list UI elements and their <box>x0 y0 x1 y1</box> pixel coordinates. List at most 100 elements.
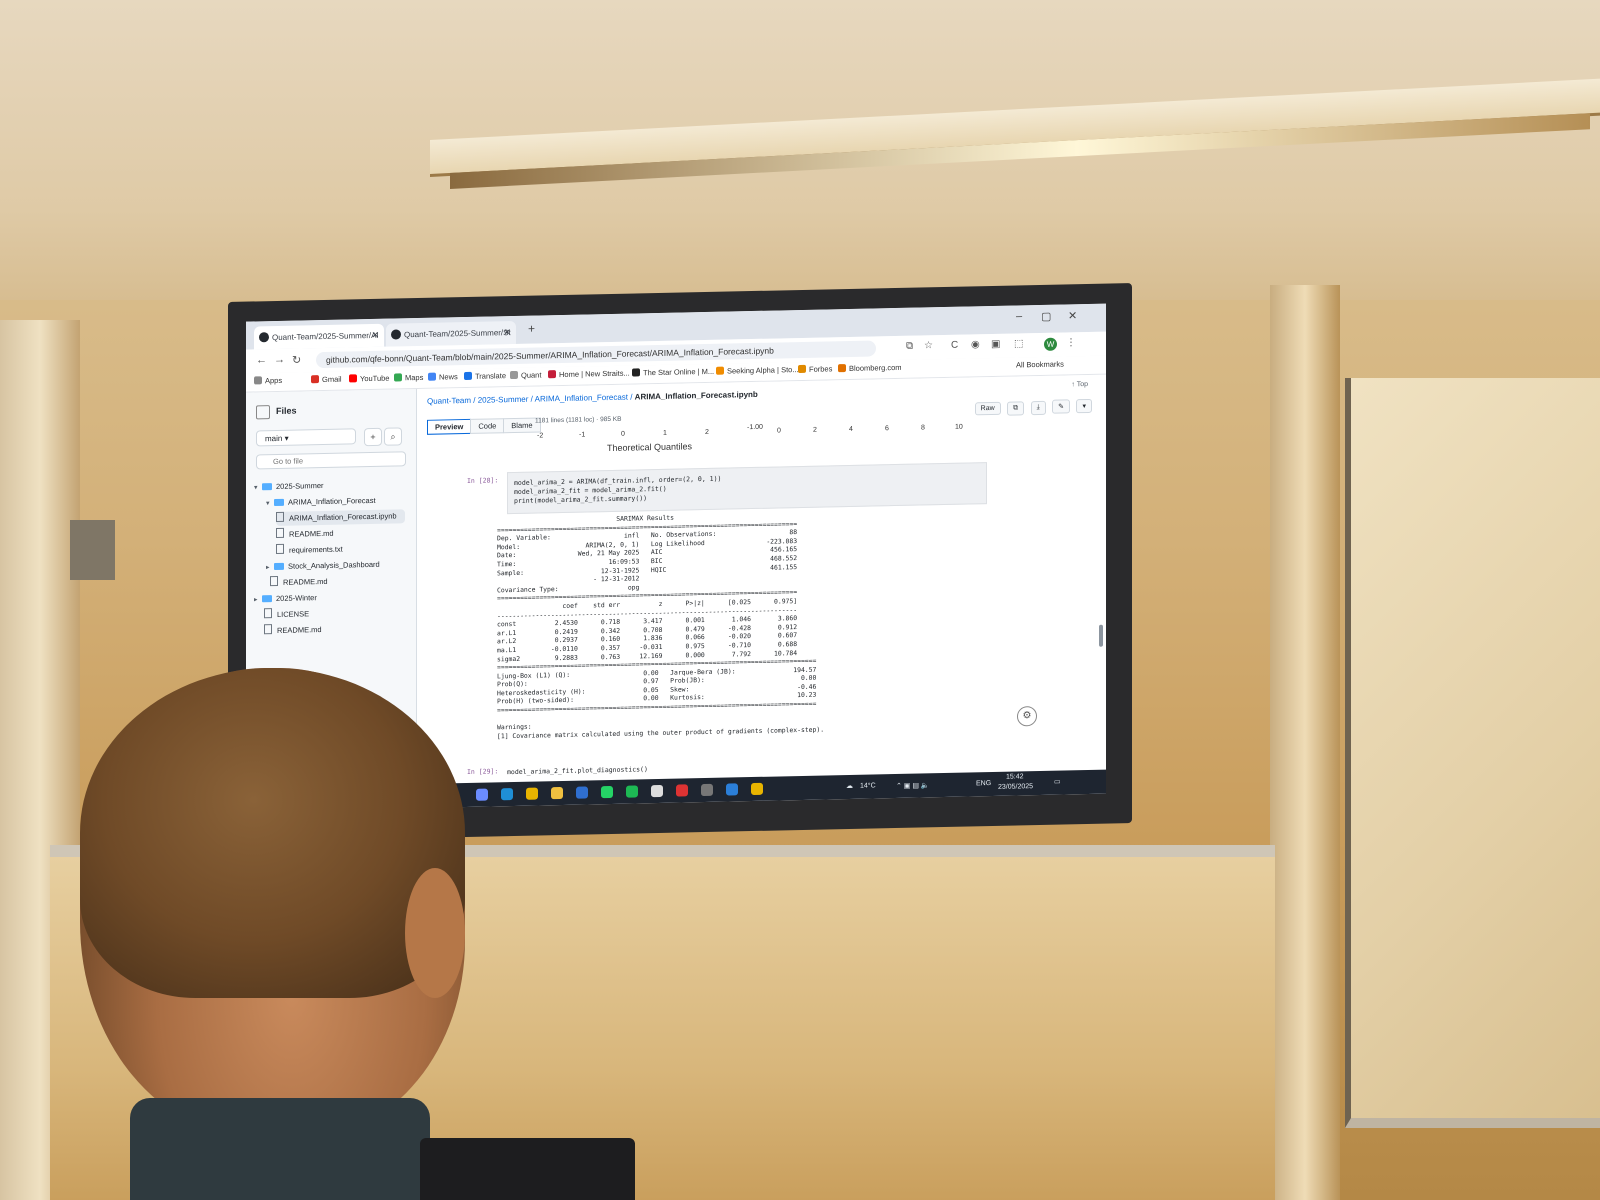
file-info: 1181 lines (1181 loc) · 985 KB <box>535 415 622 425</box>
code-cell-29[interactable]: model_arima_2_fit.plot_diagnostics() <box>507 765 648 776</box>
bookmark-bloomberg[interactable]: Bloomberg.com <box>838 363 902 373</box>
files-panel-icon[interactable] <box>256 405 270 420</box>
breadcrumb-arima[interactable]: ARIMA_Inflation_Forecast <box>535 393 628 404</box>
add-file-button[interactable]: + <box>364 427 382 447</box>
bookmark-maps[interactable]: Maps <box>394 373 423 383</box>
bookmark-thestar[interactable]: The Star Online | M... <box>632 367 714 378</box>
outlook-icon[interactable] <box>576 786 588 799</box>
copilot-taskbar-icon[interactable] <box>476 788 488 801</box>
folder-icon <box>274 562 284 571</box>
chrome-icon[interactable] <box>526 787 538 800</box>
tab-stock[interactable]: Quant-Team/2025-Summer/St ✕ <box>386 320 516 347</box>
tab-arima[interactable]: Quant-Team/2025-Summer/AI ✕ <box>254 323 384 350</box>
profile-avatar[interactable]: W <box>1044 337 1057 351</box>
menu-kebab-icon[interactable]: ⋮ <box>1066 337 1076 348</box>
bookmark-youtube[interactable]: YouTube <box>349 374 389 384</box>
tick-label: 6 <box>885 425 889 433</box>
reload-icon[interactable]: ↻ <box>292 353 301 366</box>
tree-file-notebook[interactable]: ARIMA_Inflation_Forecast.ipynb <box>276 509 405 526</box>
tree-file-readme[interactable]: README.md <box>276 527 334 542</box>
tree-folder-2025-winter[interactable]: ▸ 2025-Winter <box>254 591 317 606</box>
branch-selector[interactable]: main ▾ <box>256 428 356 447</box>
extension-icon[interactable]: ◉ <box>971 339 980 350</box>
tradingview-icon[interactable] <box>651 784 663 798</box>
language-indicator[interactable]: ENG <box>976 780 991 787</box>
youtube-icon <box>349 374 357 383</box>
file-icon <box>264 608 272 619</box>
tab-label: Quant-Team/2025-Summer/St <box>404 328 511 340</box>
file-icon <box>264 624 272 635</box>
bookmark-seekingalpha[interactable]: Seeking Alpha | Sto... <box>716 365 799 376</box>
maximize-button[interactable]: ▢ <box>1041 310 1051 323</box>
tab-preview[interactable]: Preview <box>427 418 472 435</box>
tree-file-readme-root[interactable]: README.md <box>264 623 322 638</box>
recorder-icon[interactable] <box>676 784 688 797</box>
file-icon <box>276 527 284 538</box>
tick-label: -1.00 <box>747 423 763 432</box>
chevron-down-icon: ▾ <box>266 500 270 508</box>
search-icon[interactable]: ⌕ <box>384 427 402 446</box>
scrollbar[interactable] <box>1099 624 1103 647</box>
tick-label: 2 <box>705 428 709 437</box>
vscode-icon[interactable] <box>726 783 738 796</box>
forward-icon[interactable]: → <box>274 354 285 366</box>
nst-icon <box>548 370 556 379</box>
extension-c-icon[interactable]: C <box>951 340 958 351</box>
whatsapp-icon[interactable] <box>601 785 613 799</box>
close-tab-icon[interactable]: ✕ <box>371 324 379 347</box>
cast-icon[interactable]: ⧉ <box>906 341 913 352</box>
tree-file-readme-summer[interactable]: README.md <box>270 575 328 590</box>
tree-folder-arima[interactable]: ▾ ARIMA_Inflation_Forecast <box>266 494 376 510</box>
back-icon[interactable]: ← <box>256 354 267 366</box>
close-window-button[interactable]: ✕ <box>1068 309 1077 322</box>
seekingalpha-icon <box>716 366 724 375</box>
chevron-down-icon[interactable]: ▾ <box>1076 398 1092 414</box>
bookmark-gmail[interactable]: Gmail <box>311 375 342 385</box>
extension-image-icon[interactable]: ▣ <box>991 339 1000 350</box>
minimize-button[interactable]: – <box>1016 310 1022 322</box>
tab-code[interactable]: Code <box>470 418 505 434</box>
bookmark-quant[interactable]: Quant <box>510 370 541 380</box>
tree-file-license[interactable]: LICENSE <box>264 607 309 622</box>
extensions-puzzle-icon[interactable]: ⬚ <box>1014 338 1023 349</box>
star-icon[interactable]: ☆ <box>924 340 933 351</box>
weather-icon[interactable]: ☁ <box>846 782 853 790</box>
new-tab-button[interactable]: + <box>528 322 535 336</box>
right-whiteboard <box>1345 378 1600 1128</box>
notification-icon[interactable]: ▭ <box>1054 778 1061 786</box>
bookmark-translate[interactable]: Translate <box>464 371 506 381</box>
bookmark-nst[interactable]: Home | New Straits... <box>548 369 630 380</box>
tick-label: 4 <box>849 425 853 433</box>
tick-label: 2 <box>813 426 817 434</box>
raw-button[interactable]: Raw <box>974 401 1001 416</box>
download-icon[interactable]: ⤓ <box>1030 400 1046 416</box>
clock-date[interactable]: 23/05/2025 <box>998 783 1033 791</box>
right-pillar <box>1270 285 1340 1200</box>
close-tab-icon[interactable]: ✕ <box>503 321 511 344</box>
app-icon[interactable] <box>701 783 713 797</box>
bookmark-news[interactable]: News <box>428 372 458 382</box>
file-explorer-icon[interactable] <box>551 786 563 800</box>
breadcrumb-root[interactable]: Quant-Team <box>427 396 471 406</box>
spotify-icon[interactable] <box>626 785 638 798</box>
copy-icon[interactable]: ⧉ <box>1007 401 1025 416</box>
tree-file-requirements[interactable]: requirements.txt <box>276 543 343 558</box>
folder-icon <box>510 370 518 380</box>
bookmark-forbes[interactable]: Forbes <box>798 364 832 374</box>
chevron-down-icon: ▾ <box>254 484 258 492</box>
all-bookmarks[interactable]: All Bookmarks <box>1016 359 1064 369</box>
tree-folder-2025-summer[interactable]: ▾ 2025-Summer <box>254 479 324 494</box>
code-cell-28[interactable]: model_arima_2 = ARIMA(df_train.infl, ord… <box>507 462 987 515</box>
chrome-active-icon[interactable] <box>751 782 763 796</box>
edge-icon[interactable] <box>501 788 513 801</box>
weather-temp[interactable]: 14°C <box>860 782 876 789</box>
top-link[interactable]: ↑ Top <box>1071 381 1088 388</box>
go-to-file-input[interactable] <box>256 451 406 470</box>
bookmark-apps[interactable]: Apps <box>254 376 282 386</box>
clock-time[interactable]: 15:42 <box>1006 773 1024 780</box>
breadcrumb-summer[interactable]: 2025-Summer <box>478 395 529 405</box>
edit-pencil-icon[interactable]: ✎ <box>1052 399 1071 414</box>
tray-icons[interactable]: ⌃ ▣ ▤ 🔈 <box>896 781 930 790</box>
tree-folder-stock-dashboard[interactable]: ▸ Stock_Analysis_Dashboard <box>266 558 380 574</box>
wall-bracket <box>70 520 115 580</box>
